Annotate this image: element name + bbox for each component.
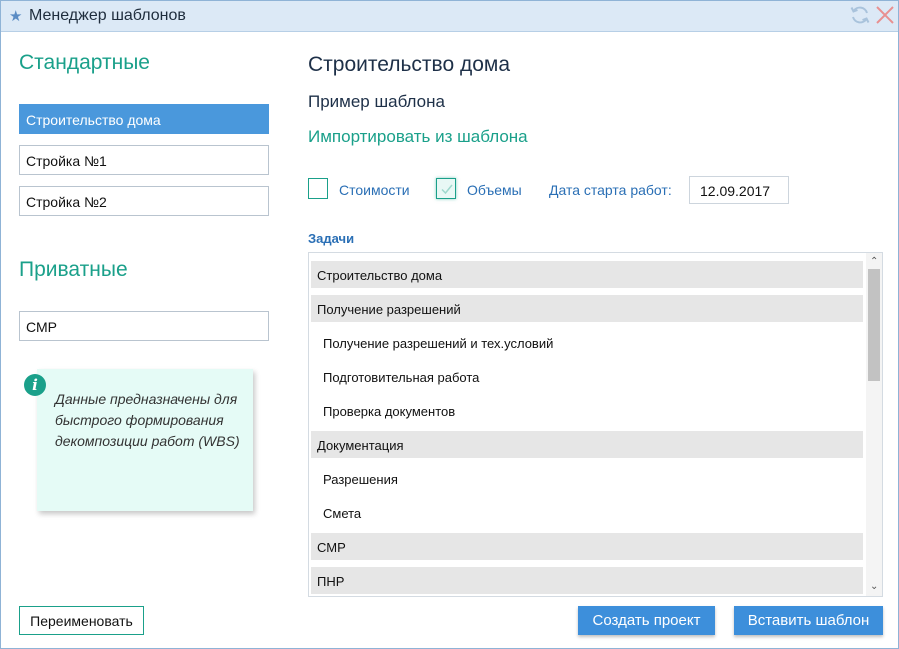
task-row[interactable]: СМР	[311, 533, 863, 560]
task-row[interactable]: Строительство дома	[311, 261, 863, 288]
scroll-up-arrow-icon[interactable]: ⌃	[870, 256, 878, 267]
start-date-input[interactable]: 12.09.2017	[689, 176, 789, 204]
star-icon: ★	[9, 8, 23, 25]
costs-checkbox[interactable]	[308, 178, 328, 199]
standard-templates-heading: Стандартные	[19, 51, 150, 74]
template-manager-window: ★ Менеджер шаблонов Стандартные Строител…	[0, 0, 899, 649]
import-from-template-link[interactable]: Импортировать из шаблона	[308, 127, 528, 147]
task-row[interactable]: Подготовительная работа	[311, 363, 863, 390]
task-row[interactable]: Получение разрешений	[311, 295, 863, 322]
private-templates-heading: Приватные	[19, 258, 128, 281]
scroll-down-arrow-icon[interactable]: ⌄	[870, 581, 878, 592]
task-row[interactable]: ПНР	[311, 567, 863, 594]
window-title: Менеджер шаблонов	[29, 7, 186, 24]
close-icon[interactable]	[874, 4, 896, 26]
template-subtitle: Пример шаблона	[308, 92, 445, 111]
costs-checkbox-label[interactable]: Стоимости	[339, 182, 410, 198]
start-date-label: Дата старта работ:	[549, 182, 672, 198]
create-project-button[interactable]: Создать проект	[578, 606, 715, 635]
scrollbar-thumb[interactable]	[868, 269, 880, 381]
checkmark-icon	[441, 184, 453, 195]
title-bar: ★ Менеджер шаблонов	[1, 1, 898, 32]
tasks-scrollbar[interactable]: ⌃ ⌄	[866, 253, 882, 596]
task-row[interactable]: Проверка документов	[311, 397, 863, 424]
info-note-text: Данные предназначены для быстрого формир…	[55, 391, 240, 449]
template-item-house-construction[interactable]: Строительство дома	[19, 104, 269, 134]
tasks-label: Задачи	[308, 231, 355, 246]
task-row[interactable]: Смета	[311, 499, 863, 526]
refresh-icon[interactable]	[849, 4, 871, 26]
template-item-stroyka-1[interactable]: Стройка №1	[19, 145, 269, 175]
rename-button[interactable]: Переименовать	[19, 606, 144, 635]
volumes-checkbox-label[interactable]: Объемы	[467, 182, 522, 198]
task-row[interactable]: Получение разрешений и тех.условий	[311, 329, 863, 356]
tasks-list[interactable]: Строительство дома Получение разрешений …	[308, 252, 883, 597]
template-title: Строительство дома	[308, 53, 511, 76]
template-item-stroyka-2[interactable]: Стройка №2	[19, 186, 269, 216]
template-item-smr[interactable]: СМР	[19, 311, 269, 341]
task-row[interactable]: Документация	[311, 431, 863, 458]
info-note: Данные предназначены для быстрого формир…	[37, 369, 253, 511]
info-icon: i	[24, 374, 46, 396]
insert-template-button[interactable]: Вставить шаблон	[734, 606, 883, 635]
volumes-checkbox[interactable]	[436, 178, 456, 199]
task-row[interactable]: Разрешения	[311, 465, 863, 492]
